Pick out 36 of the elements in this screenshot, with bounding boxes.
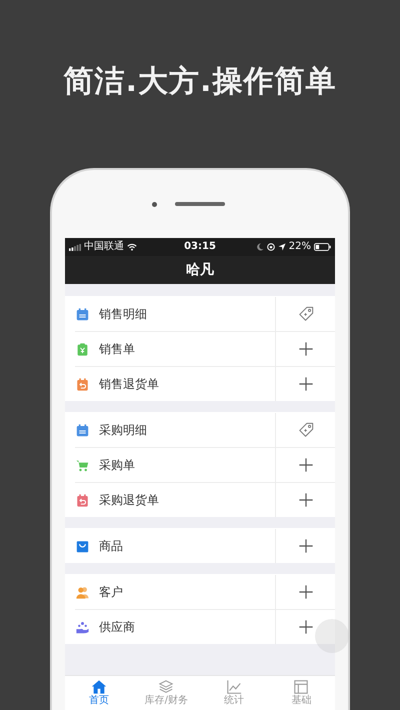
menu-label: 采购明细: [99, 422, 147, 438]
plus-icon[interactable]: [298, 492, 314, 508]
plus-icon[interactable]: [298, 457, 314, 473]
layers-icon: [158, 679, 174, 695]
plus-icon[interactable]: [298, 341, 314, 357]
menu-label: 销售明细: [99, 306, 147, 322]
rotation-lock-icon: [266, 243, 275, 251]
headline: 简洁.大方.操作简单: [64, 63, 336, 101]
menu-label: 销售退货单: [99, 376, 159, 392]
location-icon: [278, 243, 286, 251]
chart-icon: [226, 679, 242, 695]
wifi-icon: [127, 243, 137, 251]
layout-icon: [293, 679, 310, 695]
clock-time: 03:15: [184, 241, 216, 253]
menu-label: 客户: [99, 584, 123, 600]
battery-icon: [314, 243, 331, 251]
tab[interactable]: 首页: [65, 676, 132, 710]
menu-label: 销售单: [99, 340, 135, 358]
nav-title: 哈凡: [186, 261, 214, 279]
tag-icon[interactable]: [298, 422, 314, 438]
carrier-name: 中国联通: [84, 241, 124, 253]
tag-icon[interactable]: [298, 306, 314, 322]
plus-icon[interactable]: [298, 538, 314, 554]
plus-icon[interactable]: [298, 584, 314, 600]
menu-label: 采购退货单: [99, 492, 159, 508]
plus-icon[interactable]: [298, 619, 314, 635]
menu-label: 商品: [99, 538, 123, 554]
plus-icon[interactable]: [298, 376, 314, 392]
menu-label: 供应商: [99, 618, 135, 636]
speaker-slot: [174, 202, 224, 206]
signal-icon: [69, 244, 81, 250]
moon-icon: [256, 243, 264, 251]
camera-dot: [152, 202, 156, 206]
menu-label: 采购单: [99, 456, 135, 474]
battery-percent: 22%: [288, 241, 311, 253]
home-icon: [90, 679, 107, 695]
